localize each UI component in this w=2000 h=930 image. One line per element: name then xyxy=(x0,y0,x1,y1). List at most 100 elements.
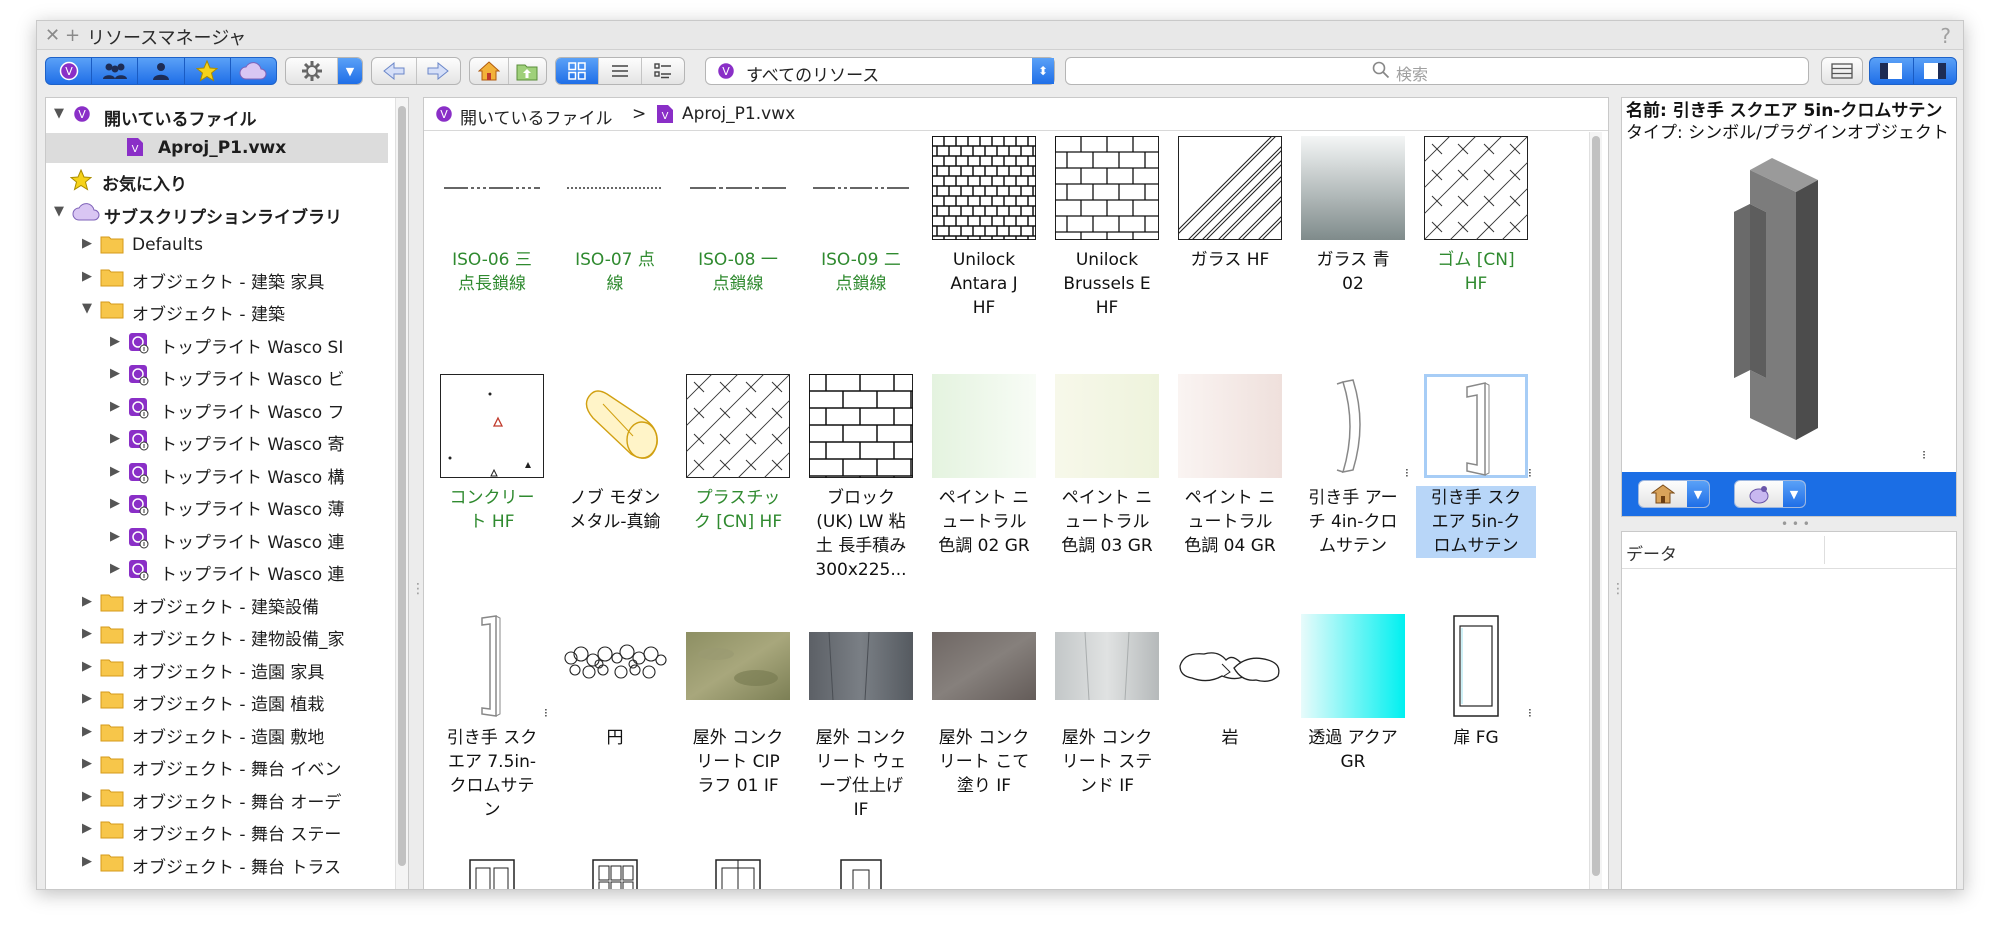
tree-item[interactable]: ▶ オブジェクト - 建物設備_家 xyxy=(46,620,388,650)
tree-item[interactable]: ▶ Defaults xyxy=(46,230,388,260)
layout-right-icon[interactable] xyxy=(1914,58,1957,84)
disclosure-open-icon[interactable]: ▼ xyxy=(82,301,92,316)
svg-text:V: V xyxy=(662,111,669,122)
disclosure-closed-icon[interactable]: ▶ xyxy=(110,496,120,511)
tree-item[interactable]: ▶ オブジェクト - 舞台 トラス xyxy=(46,848,388,878)
cloud-icon[interactable] xyxy=(231,58,276,84)
tree-item[interactable]: ▶ トップライト Wasco フ xyxy=(46,393,388,423)
tree-scrollbar[interactable] xyxy=(395,98,408,889)
render-mode-dropdown[interactable]: ▼ xyxy=(1638,480,1710,508)
breadcrumb-root[interactable]: 開いているファイル xyxy=(460,104,613,129)
close-icon[interactable]: ✕ xyxy=(45,25,60,46)
thumbnail-view-icon[interactable] xyxy=(556,58,599,84)
tree-item[interactable]: ▶ オブジェクト - 造園 家具 xyxy=(46,653,388,683)
tree-item-label: トップライト Wasco 薄 xyxy=(160,500,345,520)
tree-item[interactable]: ▶ オブジェクト - 建築設備 xyxy=(46,588,388,618)
home-icon[interactable] xyxy=(470,58,509,84)
resource-thumbnail xyxy=(440,854,544,889)
star-icon[interactable] xyxy=(185,58,231,84)
breadcrumb-file[interactable]: Aproj_P1.vwx xyxy=(682,104,795,124)
back-arrow-icon[interactable] xyxy=(372,58,417,84)
detail-view-icon[interactable] xyxy=(642,58,684,84)
resource-name: 屋外 コンク リート ステ ンド IF xyxy=(1047,726,1167,798)
tree-item[interactable]: ▶ オブジェクト - 舞台 イベン xyxy=(46,750,388,780)
tree-item[interactable]: ▶ トップライト Wasco ビ xyxy=(46,360,388,390)
disclosure-closed-icon[interactable]: ▶ xyxy=(82,691,92,706)
disclosure-closed-icon[interactable]: ▶ xyxy=(82,236,92,251)
view-angle-dropdown[interactable]: ▼ xyxy=(1734,480,1806,508)
title-bar: ✕ + リソースマネージャ ? xyxy=(37,21,1963,50)
resource-name: 屋外 コンク リート こて 塗り IF xyxy=(924,726,1044,798)
resource-thumbnail xyxy=(1301,136,1405,240)
disclosure-closed-icon[interactable]: ▶ xyxy=(82,626,92,641)
disclosure-closed-icon[interactable]: ▶ xyxy=(82,269,92,284)
resource-name-line: IF xyxy=(853,800,869,820)
disclosure-closed-icon[interactable]: ▶ xyxy=(82,756,92,771)
list-view-icon[interactable] xyxy=(599,58,642,84)
disclosure-closed-icon[interactable]: ▶ xyxy=(82,854,92,869)
chevron-down-icon[interactable]: ▼ xyxy=(338,58,362,84)
disclosure-closed-icon[interactable]: ▶ xyxy=(110,366,120,381)
tree-item[interactable]: ▶ オブジェクト - 造園 敷地 xyxy=(46,718,388,748)
browser-scrollbar[interactable] xyxy=(1589,132,1602,889)
tree-item[interactable]: ▶ オブジェクト - 造園 植栽 xyxy=(46,685,388,715)
resource-type-dropdown[interactable]: V すべてのリソース ⬍ xyxy=(705,57,1055,86)
tree-item-label: トップライト Wasco 連 xyxy=(160,532,345,553)
user-icon[interactable] xyxy=(138,58,185,84)
gear-icon[interactable] xyxy=(286,58,338,84)
tree-item[interactable]: ▶ トップライト Wasco 薄 xyxy=(46,490,388,520)
tree-item[interactable]: V Aproj_P1.vwx xyxy=(46,132,388,163)
tree-item[interactable]: ▼ オブジェクト - 建築 xyxy=(46,295,388,325)
resource-name-line: ラフ 01 IF xyxy=(697,776,779,796)
disclosure-open-icon[interactable]: ▼ xyxy=(54,106,64,121)
tree-item[interactable]: お気に入り xyxy=(46,165,388,195)
disclosure-open-icon[interactable]: ▼ xyxy=(54,204,64,219)
disclosure-closed-icon[interactable]: ▶ xyxy=(82,724,92,739)
tree-item[interactable]: ▶ トップライト Wasco 構 xyxy=(46,458,388,488)
settings-dropdown[interactable]: ▼ xyxy=(285,57,363,85)
symbol-marker-icon: ⁝ xyxy=(1922,448,1926,462)
forward-arrow-icon[interactable] xyxy=(417,58,461,84)
disclosure-closed-icon[interactable]: ▶ xyxy=(82,821,92,836)
expand-icon[interactable]: + xyxy=(65,25,80,46)
layout-left-icon[interactable] xyxy=(1870,58,1914,84)
disclosure-closed-icon[interactable]: ▶ xyxy=(82,659,92,674)
resource-name-line: 300x225... xyxy=(815,560,907,580)
tree-item[interactable]: ▶ オブジェクト - 建築 家具 xyxy=(46,263,388,293)
resource-name-line: ISO-08 一 xyxy=(698,250,778,270)
search-input[interactable]: 検索 xyxy=(1065,57,1809,85)
disclosure-closed-icon[interactable]: ▶ xyxy=(110,399,120,414)
resource-thumbnail xyxy=(1301,374,1405,478)
symbol-marker-icon: ⁝ xyxy=(1528,466,1532,480)
tree-item[interactable]: ▼ V 開いているファイル xyxy=(46,100,388,130)
tree-item[interactable]: ▶ トップライト Wasco 連 xyxy=(46,555,388,585)
resource-name-line: ガラス HF xyxy=(1190,250,1270,270)
stack-icon[interactable] xyxy=(1822,58,1862,84)
disclosure-closed-icon[interactable]: ▶ xyxy=(110,334,120,349)
resource-name: コンクリート HF xyxy=(432,486,552,534)
group-icon[interactable] xyxy=(92,58,139,84)
vw-file-icon[interactable]: V xyxy=(46,58,93,84)
disclosure-closed-icon[interactable]: ▶ xyxy=(110,464,120,479)
panel-toggle-button[interactable] xyxy=(1821,57,1863,85)
panel-splitter-grip[interactable]: • • • xyxy=(1781,517,1810,531)
disclosure-closed-icon[interactable]: ▶ xyxy=(110,529,120,544)
resource-name: Unilock Antara J HF xyxy=(924,248,1044,320)
resource-name: 岩 xyxy=(1170,726,1290,750)
disclosure-closed-icon[interactable]: ▶ xyxy=(110,431,120,446)
vw-lib-icon xyxy=(128,494,149,516)
resource-name-line: 点鎖線 xyxy=(835,274,887,294)
tree-item[interactable]: ▶ オブジェクト - 舞台 ステー xyxy=(46,815,388,845)
folder-up-icon[interactable] xyxy=(509,58,547,84)
help-icon[interactable]: ? xyxy=(1940,24,1951,48)
library-scope-segment: V xyxy=(45,57,277,85)
tree-item[interactable]: ▶ オブジェクト - 舞台 オーデ xyxy=(46,783,388,813)
tree-item[interactable]: ▶ トップライト Wasco 寄 xyxy=(46,425,388,455)
disclosure-closed-icon[interactable]: ▶ xyxy=(82,594,92,609)
disclosure-closed-icon[interactable]: ▶ xyxy=(82,789,92,804)
tree-item[interactable]: ▶ トップライト Wasco SI xyxy=(46,328,388,358)
resource-name-line: クロムサテ xyxy=(449,776,535,796)
disclosure-closed-icon[interactable]: ▶ xyxy=(110,561,120,576)
tree-item[interactable]: ▼ サブスクリプションライブラリ xyxy=(46,198,388,228)
tree-item[interactable]: ▶ トップライト Wasco 連 xyxy=(46,523,388,553)
